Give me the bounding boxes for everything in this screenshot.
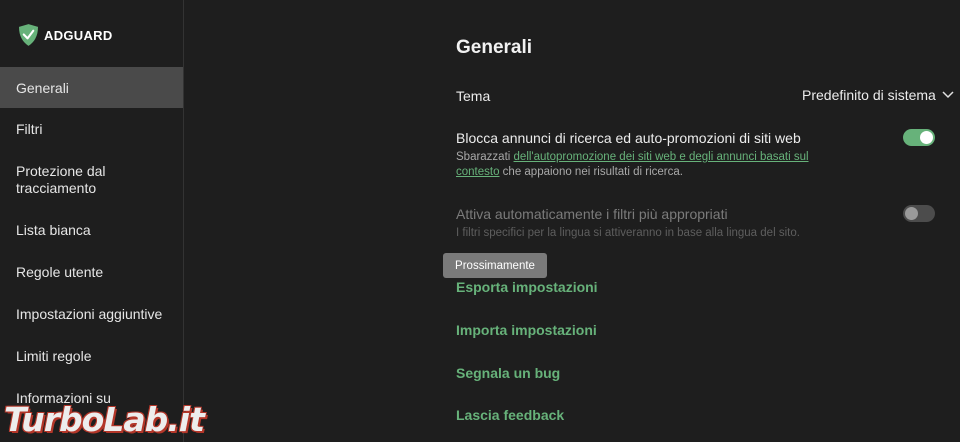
page-title: Generali [456,37,533,58]
search-ads-description: Sbarazzati dell'autopromozione dei siti … [456,150,836,180]
sidebar-item-label: Regole utente [16,264,104,280]
coming-soon-tooltip: Prossimamente [443,253,547,278]
report-bug-link[interactable]: Segnala un bug [456,365,560,381]
sidebar-item-label: Impostazioni aggiuntive [16,306,163,322]
auto-filters-description: I filtri specifici per la lingua si atti… [456,227,800,239]
tema-label: Tema [456,88,491,104]
sidebar-item-filtri[interactable]: Filtri [0,109,183,149]
tema-select[interactable]: Predefinito di sistema [802,87,954,103]
tema-value: Predefinito di sistema [802,87,936,103]
watermark: TurboLab.it [4,400,205,439]
adguard-shield-icon [19,24,38,46]
logo: ADGUARD [19,24,113,46]
sidebar-item-label: Generali [16,79,69,96]
sidebar-item-label: Lista bianca [16,222,91,238]
leave-feedback-link[interactable]: Lascia feedback [456,407,564,423]
sidebar-item-regole-utente[interactable]: Regole utente [0,253,183,291]
auto-filters-toggle[interactable] [903,205,935,222]
import-settings-link[interactable]: Importa impostazioni [456,322,597,338]
toggle-knob [905,207,918,220]
sidebar-item-protezione-tracciamento[interactable]: Protezione dal tracciamento [0,155,170,205]
main-content: Generali Tema Predefinito di sistema Blo… [185,0,960,442]
export-settings-link[interactable]: Esporta impostazioni [456,279,598,295]
sidebar-item-impostazioni-aggiuntive[interactable]: Impostazioni aggiuntive [0,295,183,333]
sidebar-item-generali[interactable]: Generali [0,67,183,108]
desc-suffix: che appaiono nei risultati di ricerca. [499,166,683,178]
desc-prefix: Sbarazzati [456,151,514,163]
chevron-down-icon [942,91,954,99]
search-ads-label: Blocca annunci di ricerca ed auto-promoz… [456,130,801,146]
sidebar-item-lista-bianca[interactable]: Lista bianca [0,211,183,249]
toggle-knob [920,131,933,144]
sidebar-item-label: Filtri [16,121,43,137]
brand-name: ADGUARD [44,27,113,43]
auto-filters-label: Attiva automaticamente i filtri più appr… [456,206,728,222]
search-ads-toggle[interactable] [903,129,935,146]
sidebar-item-limiti-regole[interactable]: Limiti regole [0,337,183,375]
sidebar: ADGUARD Generali Filtri Protezione dal t… [0,0,184,442]
sidebar-item-label: Limiti regole [16,348,92,364]
sidebar-item-label: Protezione dal tracciamento [16,163,106,196]
